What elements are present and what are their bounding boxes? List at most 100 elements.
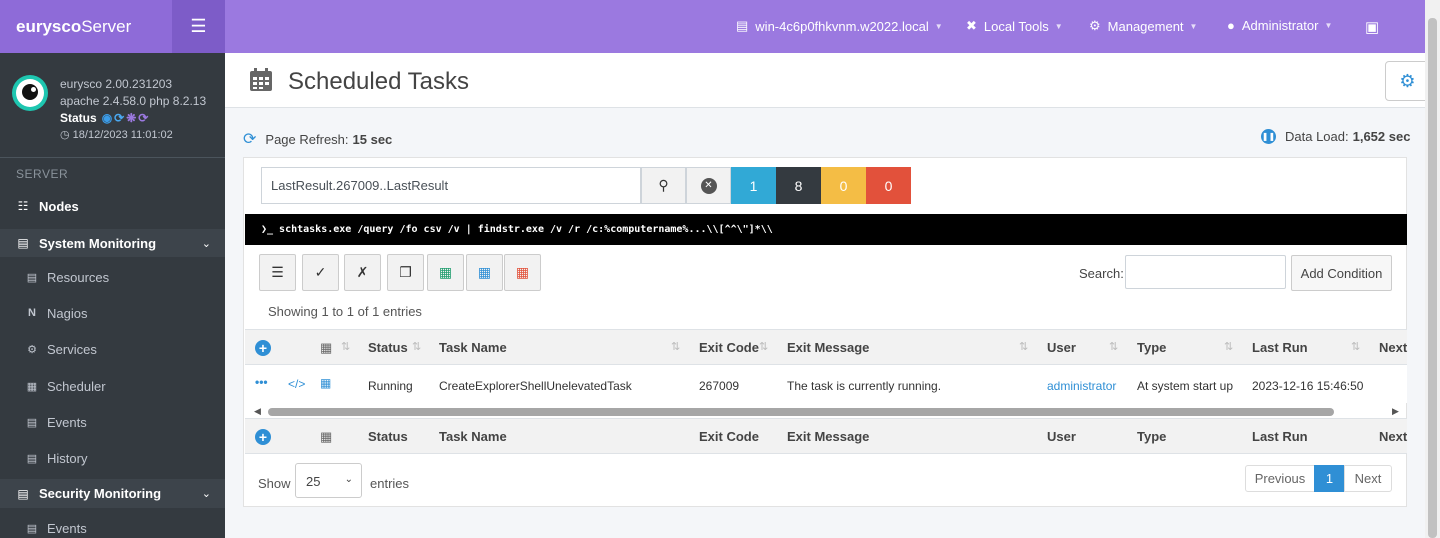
table-horizontal-scrollbar[interactable]: ◀ ▶ — [254, 406, 1404, 418]
cell-exit-code: 267009 — [699, 379, 740, 393]
excel-icon[interactable]: ▦ — [427, 254, 464, 291]
cell-last-run: 2023-12-16 15:46:50 — [1252, 379, 1364, 393]
page-header: Scheduled Tasks ⚙ — [225, 53, 1425, 108]
calendar-col-icon: ▦ — [320, 429, 333, 444]
server-icon: ▤ — [736, 18, 749, 33]
user-panel: eurysco 2.00.231203 apache 2.4.58.0 php … — [0, 53, 225, 158]
sidebar-item-nodes[interactable]: ☷ Nodes — [0, 196, 225, 216]
col-task-name[interactable]: Task Name — [439, 340, 507, 355]
filter-input[interactable]: LastResult.267009..LastResult — [261, 167, 641, 204]
search-icon[interactable]: ⚲ — [641, 167, 686, 204]
cogs-icon: ⚙ — [1089, 18, 1101, 33]
sidebar-item-security-events[interactable]: ▤ Events — [0, 519, 225, 537]
scroll-left-icon[interactable]: ◀ — [254, 406, 261, 417]
calendar-icon — [250, 68, 272, 91]
sidebar-item-security-monitoring[interactable]: ▤ Security Monitoring ⌄ — [0, 479, 225, 508]
calendar-col-icon: ▦ — [320, 340, 333, 355]
count-danger-badge[interactable]: 0 — [866, 167, 911, 204]
page-scrollbar[interactable] — [1425, 0, 1440, 538]
sidebar-item-resources[interactable]: ▤ Resources — [0, 268, 225, 286]
col-type[interactable]: Type — [1137, 340, 1166, 355]
sort-icon[interactable]: ⇅ — [1109, 340, 1118, 353]
table-search-input[interactable] — [1125, 255, 1286, 289]
sort-icon[interactable]: ⇅ — [1019, 340, 1028, 353]
count-warning-badge[interactable]: 0 — [821, 167, 866, 204]
page-title: Scheduled Tasks — [288, 68, 470, 95]
sort-icon[interactable]: ⇅ — [1224, 340, 1233, 353]
count-info-badge[interactable]: 1 — [731, 167, 776, 204]
local-tools-menu[interactable]: ✖ Local Tools ▼ — [966, 18, 1063, 34]
sidebar-item-events[interactable]: ▤ Events — [0, 413, 225, 431]
sort-icon[interactable]: ⇅ — [341, 340, 350, 353]
save-remove-icon[interactable]: ✗ — [344, 254, 381, 291]
page-refresh[interactable]: ⟳ Page Refresh: 15 sec — [243, 129, 392, 149]
pdf-icon[interactable]: ▦ — [504, 254, 541, 291]
table-footer-row: + ▦ Status Task Name Exit Code Exit Mess… — [245, 418, 1407, 454]
cell-task-name: CreateExplorerShellUnelevatedTask — [439, 379, 632, 393]
csv-icon[interactable]: ▦ — [466, 254, 503, 291]
pause-icon[interactable]: ❚❚ — [1261, 129, 1276, 144]
page-size-select[interactable]: 25 ⌄ — [295, 463, 362, 498]
col-last-run[interactable]: Last Run — [1252, 340, 1308, 355]
expand-all-icon[interactable]: + — [255, 429, 271, 445]
list-icon: ▤ — [26, 452, 38, 465]
clock-icon: ◷ — [60, 129, 70, 141]
status-label: Status — [60, 111, 97, 125]
monitor-icon: ▤ — [17, 236, 29, 250]
copy-icon[interactable]: ❐ — [387, 254, 424, 291]
expand-all-icon[interactable]: + — [255, 340, 271, 356]
col-status[interactable]: Status — [368, 340, 408, 355]
calendar-row-icon[interactable]: ▦ — [320, 376, 331, 390]
col-next[interactable]: Next — [1379, 340, 1407, 355]
add-condition-button[interactable]: Add Condition — [1291, 255, 1392, 291]
status-icons[interactable]: ◉⟳❋⟳ — [102, 111, 151, 125]
search-label: Search: — [1079, 266, 1124, 281]
entries-label: entries — [370, 476, 410, 491]
menu-toggle-icon[interactable]: ☰ — [172, 0, 225, 53]
tools-icon: ✖ — [966, 18, 977, 33]
management-menu[interactable]: ⚙ Management ▼ — [1089, 18, 1197, 34]
save-check-icon[interactable]: ✓ — [302, 254, 339, 291]
list-icon: ▤ — [26, 416, 38, 429]
chevron-down-icon: ⌄ — [201, 488, 211, 500]
foot-exit-message: Exit Message — [787, 429, 870, 444]
cell-type: At system start up — [1137, 379, 1234, 393]
host-menu[interactable]: ▤ win-4c6p0fhkvnm.w2022.local ▼ — [736, 18, 943, 34]
sidebar-item-system-monitoring[interactable]: ▤ System Monitoring ⌄ — [0, 229, 225, 257]
scroll-right-icon[interactable]: ▶ — [1392, 406, 1399, 417]
caret-down-icon: ▼ — [1054, 21, 1063, 31]
foot-status: Status — [368, 429, 408, 444]
user-menu[interactable]: ● Administrator ▼ — [1227, 18, 1332, 33]
sort-icon[interactable]: ⇅ — [759, 340, 768, 353]
code-icon[interactable]: </> — [288, 377, 305, 391]
top-navbar: ▤ win-4c6p0fhkvnm.w2022.local ▼ ✖ Local Too… — [225, 0, 1425, 53]
settings-gear-icon[interactable]: ⚙ — [1385, 61, 1425, 101]
fullscreen-icon[interactable]: ▣ — [1365, 18, 1379, 36]
nagios-icon: N — [28, 307, 36, 319]
cell-user-link[interactable]: administrator — [1047, 379, 1116, 393]
sidebar-section-server: SERVER — [16, 167, 69, 181]
sidebar: euryscoServer ☰ eurysco 2.00.231203 apac… — [0, 0, 225, 538]
brand-logo-text[interactable]: euryscoServer — [16, 17, 131, 37]
sidebar-item-scheduler[interactable]: ▦ Scheduler — [0, 377, 225, 395]
col-user[interactable]: User — [1047, 340, 1076, 355]
table-row[interactable]: ••• </> ▦ Running CreateExplorerShellUne… — [245, 365, 1407, 403]
sort-icon[interactable]: ⇅ — [412, 340, 421, 353]
foot-user: User — [1047, 429, 1076, 444]
clear-filter-icon[interactable]: ✕ — [686, 167, 731, 204]
sidebar-item-services[interactable]: ⚙ Services — [0, 340, 225, 358]
page-1-button[interactable]: 1 — [1314, 465, 1345, 492]
col-exit-message[interactable]: Exit Message — [787, 340, 869, 355]
sort-icon[interactable]: ⇅ — [1351, 340, 1360, 353]
chevron-down-icon: ⌄ — [201, 237, 211, 250]
more-options-icon[interactable]: ••• — [255, 375, 268, 389]
sidebar-item-history[interactable]: ▤ History — [0, 449, 225, 467]
sort-icon[interactable]: ⇅ — [671, 340, 680, 353]
previous-button[interactable]: Previous — [1245, 465, 1315, 492]
col-exit-code[interactable]: Exit Code — [699, 340, 759, 355]
next-button[interactable]: Next — [1344, 465, 1392, 492]
sidebar-item-nagios[interactable]: N Nagios — [0, 304, 225, 322]
checklist-icon[interactable]: ☰ — [259, 254, 296, 291]
user-icon: ● — [1227, 18, 1235, 33]
count-dark-badge[interactable]: 8 — [776, 167, 821, 204]
